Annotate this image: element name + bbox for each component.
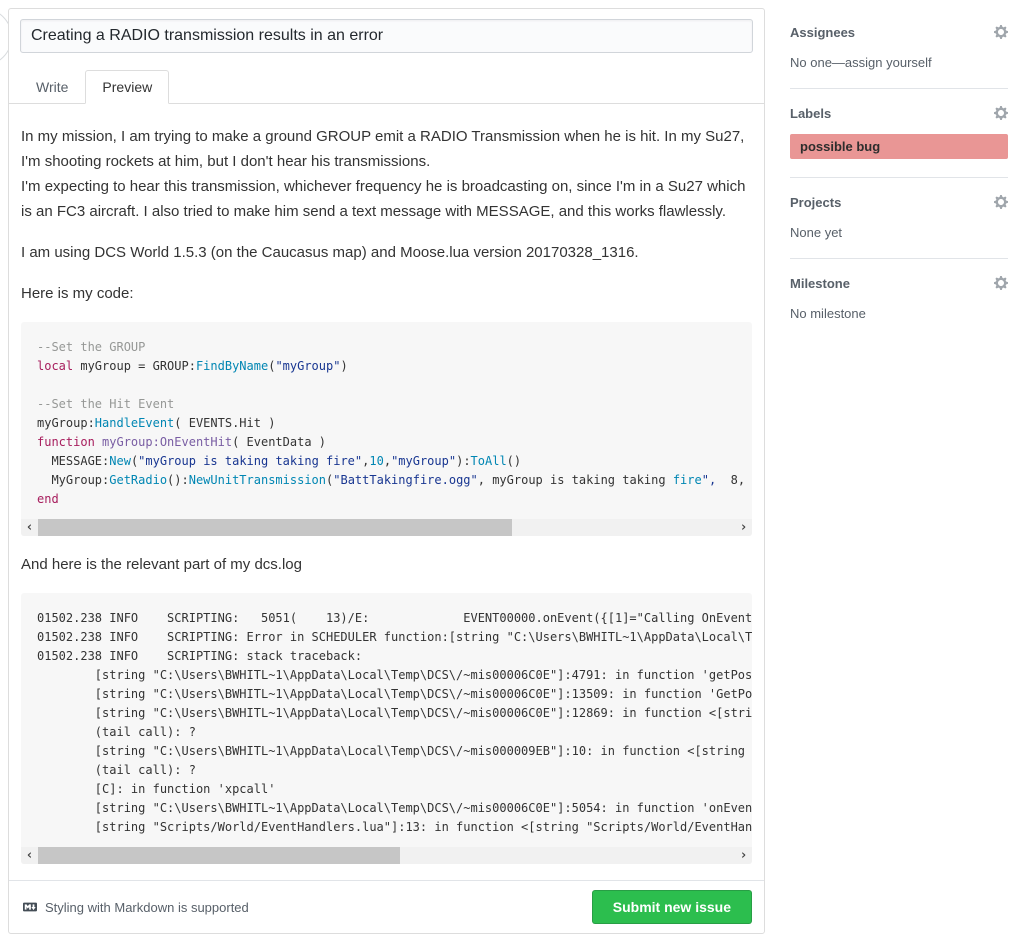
markdown-note-text: Styling with Markdown is supported [45, 900, 249, 915]
markdown-note[interactable]: Styling with Markdown is supported [21, 900, 249, 915]
code-scrollbar-thumb[interactable] [38, 519, 512, 536]
markdown-icon [21, 900, 39, 914]
code-horizontal-scrollbar[interactable]: ‹› [21, 519, 752, 536]
log-scrollbar-track[interactable] [38, 847, 735, 864]
assign-yourself-link[interactable]: assign yourself [845, 55, 932, 70]
issue-title-input[interactable] [20, 19, 753, 53]
tab-preview[interactable]: Preview [85, 70, 169, 104]
code-scrollbar-track[interactable] [38, 519, 735, 536]
assignees-empty-state: No one—assign yourself [790, 55, 1008, 70]
gear-icon[interactable] [994, 105, 1008, 121]
body-paragraph-1-line2: I'm expecting to hear this transmission,… [21, 178, 745, 220]
dcs-log-block: 01502.238 INFO SCRIPTING: 5051( 13)/E: E… [21, 593, 752, 864]
assignees-no-one: No one— [790, 55, 845, 70]
gear-icon[interactable] [994, 275, 1008, 291]
body-paragraph-1-line1: In my mission, I am trying to make a gro… [21, 128, 744, 170]
body-paragraph-2: I am using DCS World 1.5.3 (on the Cauca… [21, 240, 752, 265]
gear-icon[interactable] [994, 24, 1008, 40]
scroll-right-icon[interactable]: › [735, 519, 752, 536]
sidebar-section-milestone: Milestone No milestone [790, 259, 1008, 339]
projects-empty-state: None yet [790, 225, 1008, 240]
body-paragraph-1: In my mission, I am trying to make a gro… [21, 124, 752, 224]
new-issue-form: Write Preview In my mission, I am trying… [8, 8, 765, 934]
lua-code-block: --Set the GROUPlocal myGroup = GROUP:Fin… [21, 322, 752, 536]
assignees-heading: Assignees [790, 25, 855, 40]
sidebar-section-assignees: Assignees No one—assign yourself [790, 8, 1008, 89]
tab-write[interactable]: Write [19, 70, 85, 104]
projects-heading: Projects [790, 195, 841, 210]
lua-code-lines: --Set the GROUPlocal myGroup = GROUP:Fin… [37, 338, 736, 509]
log-scrollbar-thumb[interactable] [38, 847, 400, 864]
dcs-log-lines: 01502.238 INFO SCRIPTING: 5051( 13)/E: E… [37, 609, 736, 837]
body-paragraph-3: Here is my code: [21, 281, 752, 306]
milestone-heading: Milestone [790, 276, 850, 291]
sidebar-section-labels: Labels possible bug [790, 89, 1008, 178]
write-preview-tabnav: Write Preview [9, 70, 764, 104]
milestone-empty-state: No milestone [790, 306, 1008, 321]
issue-sidebar: Assignees No one—assign yourself Labels … [790, 8, 1008, 339]
scroll-left-icon[interactable]: ‹ [21, 847, 38, 864]
scroll-right-icon[interactable]: › [735, 847, 752, 864]
log-horizontal-scrollbar[interactable]: ‹› [21, 847, 752, 864]
body-paragraph-4: And here is the relevant part of my dcs.… [21, 552, 752, 577]
labels-heading: Labels [790, 106, 831, 121]
submit-new-issue-button[interactable]: Submit new issue [592, 890, 752, 924]
preview-content: In my mission, I am trying to make a gro… [9, 104, 764, 864]
scroll-left-icon[interactable]: ‹ [21, 519, 38, 536]
form-footer: Styling with Markdown is supported Submi… [9, 880, 764, 933]
sidebar-section-projects: Projects None yet [790, 178, 1008, 259]
gear-icon[interactable] [994, 194, 1008, 210]
label-possible-bug[interactable]: possible bug [790, 134, 1008, 159]
